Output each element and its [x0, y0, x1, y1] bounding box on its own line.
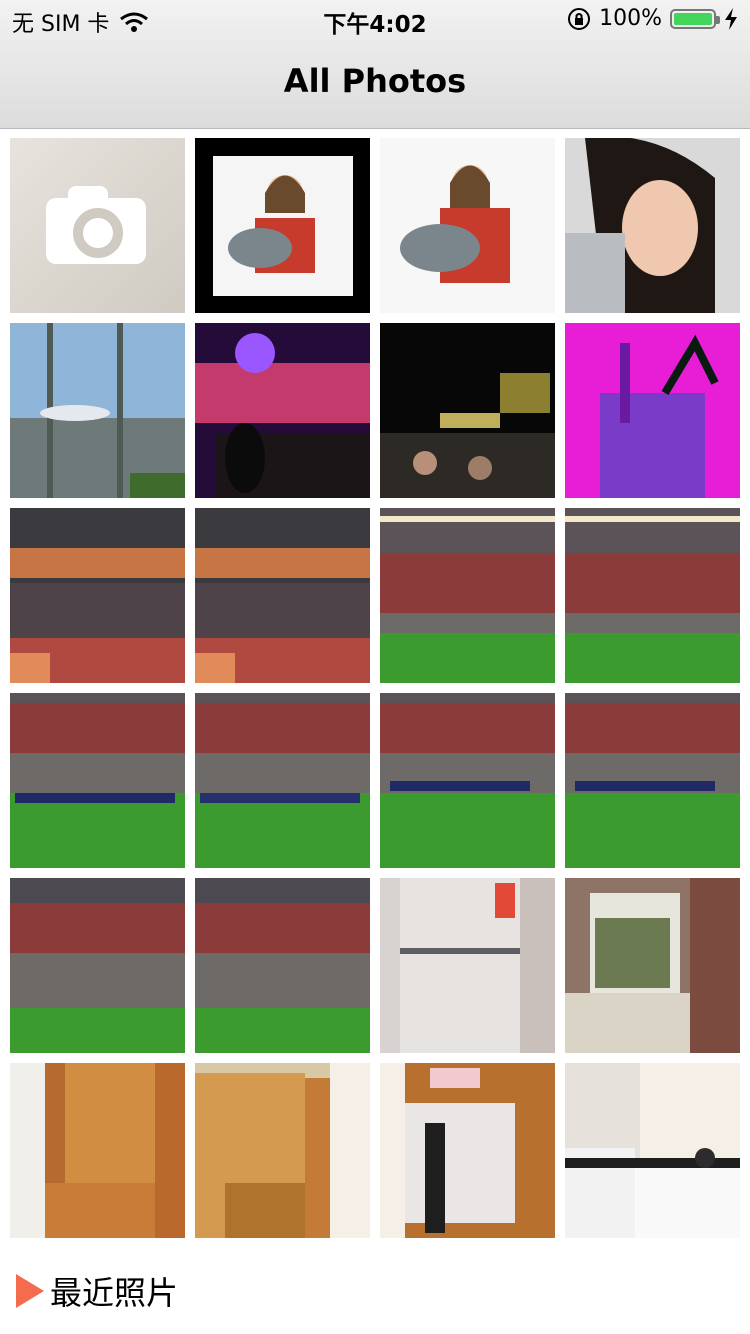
- photo-thumbnail[interactable]: [195, 878, 370, 1053]
- battery-icon: [670, 8, 720, 29]
- photo-thumbnail[interactable]: [565, 693, 740, 868]
- photo-thumbnail[interactable]: [565, 878, 740, 1053]
- photo-thumbnail[interactable]: [380, 693, 555, 868]
- photo-thumbnail[interactable]: [380, 508, 555, 683]
- battery-tip: [716, 15, 720, 24]
- photo-grid: [10, 138, 740, 1238]
- status-bar: 无 SIM 卡 下午4:02 100%: [0, 0, 750, 40]
- photo-thumbnail[interactable]: [565, 1063, 740, 1238]
- play-triangle-icon: [16, 1274, 44, 1308]
- battery-percent: 100%: [599, 6, 662, 31]
- photo-thumbnail[interactable]: [565, 138, 740, 313]
- battery-fill: [674, 12, 712, 25]
- status-right: 100%: [567, 6, 738, 31]
- photo-thumbnail[interactable]: [10, 878, 185, 1053]
- album-switcher[interactable]: 最近照片: [16, 1268, 178, 1314]
- page-title: All Photos: [283, 62, 467, 100]
- camera-icon-lens: [73, 208, 123, 258]
- album-label: 最近照片: [50, 1274, 179, 1312]
- photo-thumbnail[interactable]: [380, 878, 555, 1053]
- photo-thumbnail[interactable]: [10, 508, 185, 683]
- photo-thumbnail[interactable]: [195, 693, 370, 868]
- photo-thumbnail[interactable]: [10, 323, 185, 498]
- photo-thumbnail[interactable]: [195, 323, 370, 498]
- photo-thumbnail[interactable]: [195, 508, 370, 683]
- photo-thumbnail[interactable]: [565, 323, 740, 498]
- photo-thumbnail[interactable]: [380, 323, 555, 498]
- photo-thumbnail[interactable]: [10, 693, 185, 868]
- navigation-header: 无 SIM 卡 下午4:02 100% All Photos: [0, 0, 750, 129]
- photo-thumbnail[interactable]: [195, 138, 370, 313]
- camera-tile[interactable]: [10, 138, 185, 313]
- charging-icon: [725, 7, 737, 30]
- photo-thumbnail[interactable]: [565, 508, 740, 683]
- orientation-lock-icon: [568, 7, 591, 30]
- photo-thumbnail[interactable]: [380, 138, 555, 313]
- photo-thumbnail[interactable]: [10, 1063, 185, 1238]
- photo-thumbnail[interactable]: [195, 1063, 370, 1238]
- photo-thumbnail[interactable]: [380, 1063, 555, 1238]
